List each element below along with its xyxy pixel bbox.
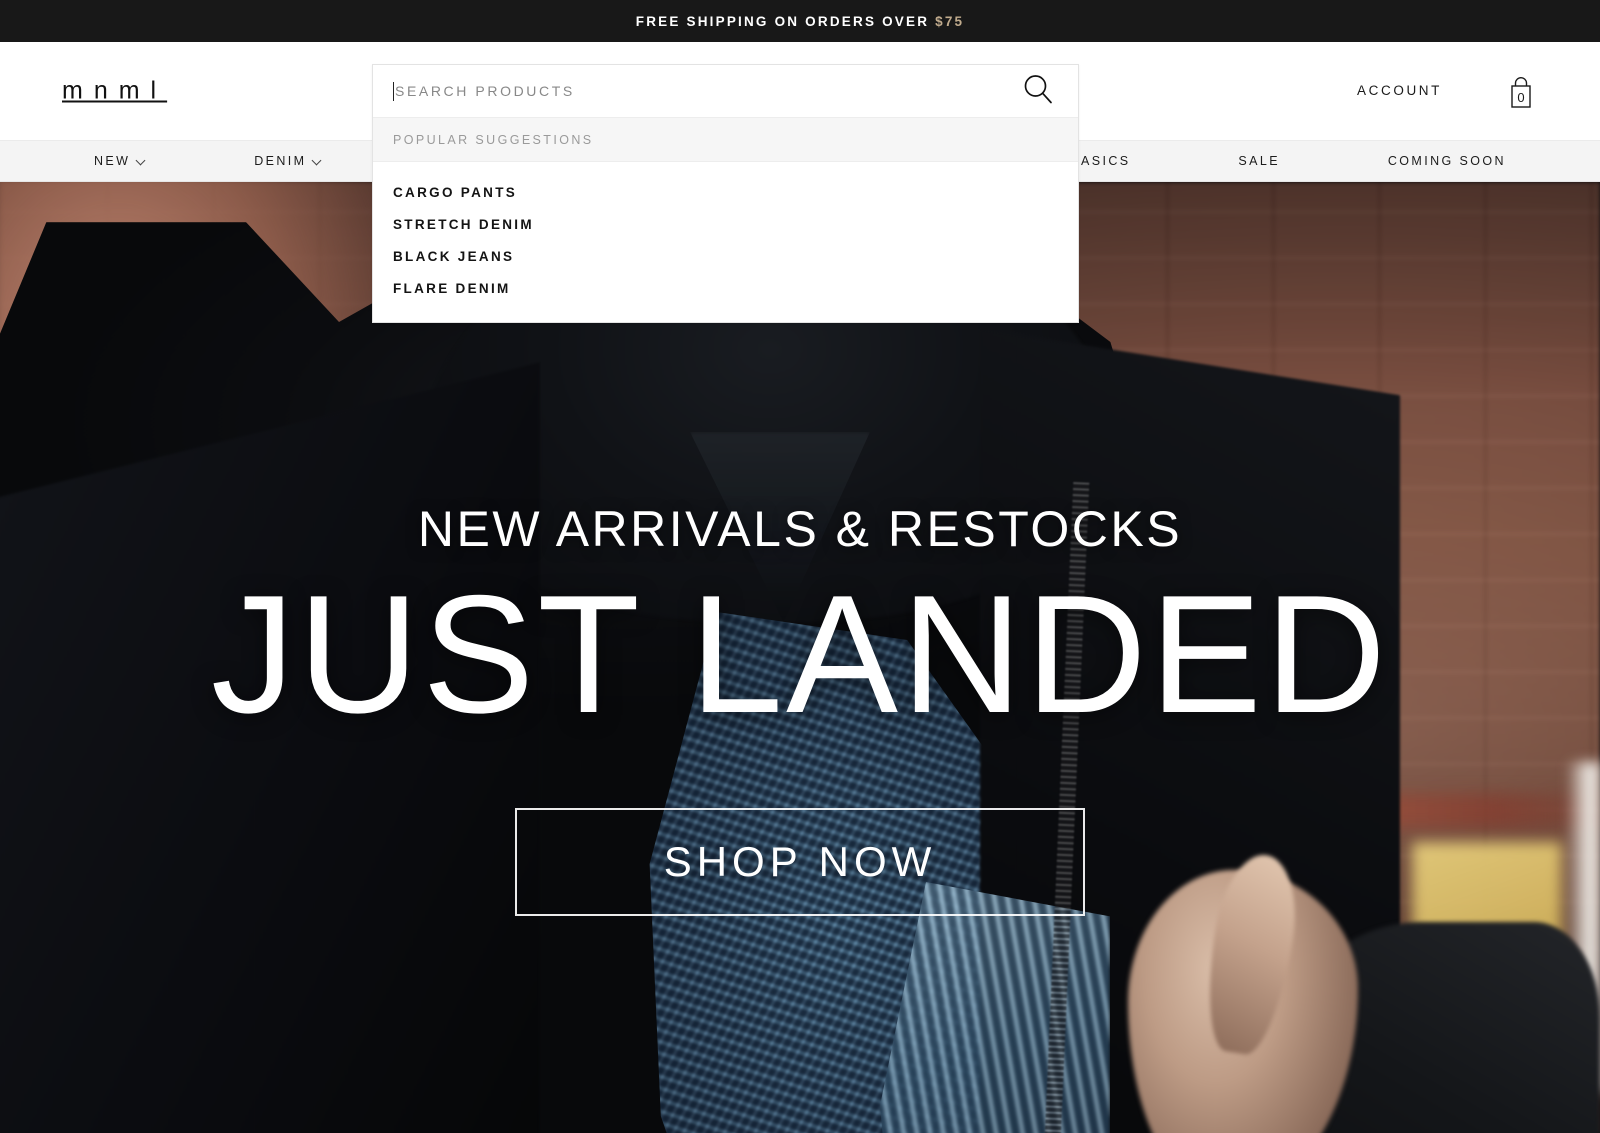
shop-now-button[interactable]: SHOP NOW	[515, 808, 1085, 917]
list-item[interactable]: STRETCH DENIM	[373, 208, 1078, 240]
header-actions: ACCOUNT 0	[1357, 71, 1538, 111]
nav-label: COMING SOON	[1387, 154, 1506, 168]
list-item[interactable]: FLARE DENIM	[373, 272, 1078, 304]
nav-label: NEW	[93, 154, 131, 168]
search-input[interactable]: SEARCH PRODUCTS	[395, 83, 1020, 99]
popular-suggestions-header: POPULAR SUGGESTIONS	[373, 117, 1078, 162]
cart-button[interactable]: 0	[1504, 71, 1538, 111]
cart-count: 0	[1517, 89, 1525, 105]
shop-now-label: SHOP NOW	[663, 838, 937, 886]
list-item[interactable]: CARGO PANTS	[373, 176, 1078, 208]
text-cursor	[393, 81, 394, 101]
suggestions-list: CARGO PANTS STRETCH DENIM BLACK JEANS FL…	[373, 162, 1078, 322]
announcement-message: FREE SHIPPING ON ORDERS OVER	[635, 13, 936, 29]
nav-item-coming-soon[interactable]: COMING SOON	[1388, 154, 1506, 168]
account-link[interactable]: ACCOUNT	[1357, 83, 1442, 98]
search-panel: SEARCH PRODUCTS POPULAR SUGGESTIONS CARG…	[372, 64, 1079, 323]
chevron-down-icon	[137, 156, 146, 165]
nav-item-new[interactable]: NEW	[94, 154, 146, 168]
nav-label: DENIM	[254, 154, 307, 168]
popular-suggestions-label: POPULAR SUGGESTIONS	[393, 132, 594, 147]
hero-jacket-left-panel	[0, 362, 540, 1133]
list-item[interactable]: BLACK JEANS	[373, 240, 1078, 272]
search-input-row[interactable]: SEARCH PRODUCTS	[373, 65, 1078, 117]
search-icon	[1021, 72, 1055, 111]
nav-item-denim[interactable]: DENIM	[254, 154, 322, 168]
nav-label: SALE	[1238, 154, 1280, 168]
announcement-text: FREE SHIPPING ON ORDERS OVER $75	[636, 14, 964, 29]
site-logo[interactable]: mnml	[62, 78, 167, 103]
hero-banner: NEW ARRIVALS & RESTOCKS JUST LANDED SHOP…	[0, 182, 1600, 1133]
chevron-down-icon	[313, 156, 322, 165]
announcement-amount: $75	[935, 13, 965, 29]
search-submit-button[interactable]	[1020, 73, 1056, 109]
nav-item-sale[interactable]: SALE	[1238, 154, 1280, 168]
announcement-bar: FREE SHIPPING ON ORDERS OVER $75	[0, 0, 1600, 42]
